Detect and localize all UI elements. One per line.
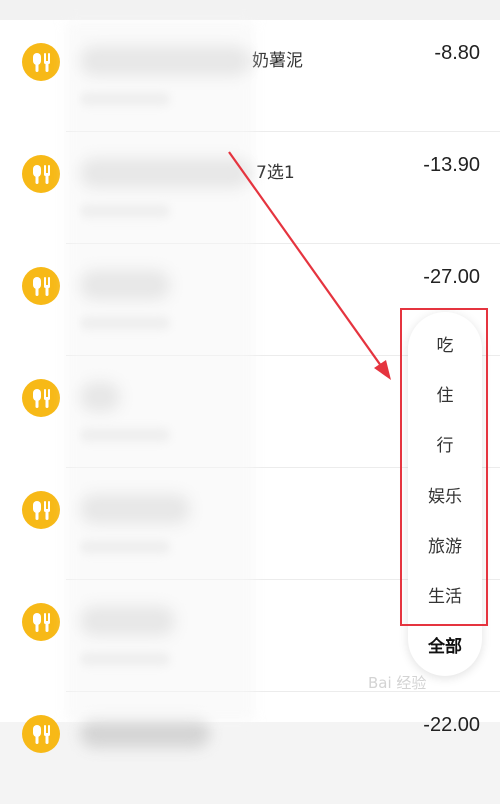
watermark: Bai 经验 [368, 674, 427, 692]
blurred-title [80, 718, 210, 748]
annotation-arrow [228, 151, 391, 380]
